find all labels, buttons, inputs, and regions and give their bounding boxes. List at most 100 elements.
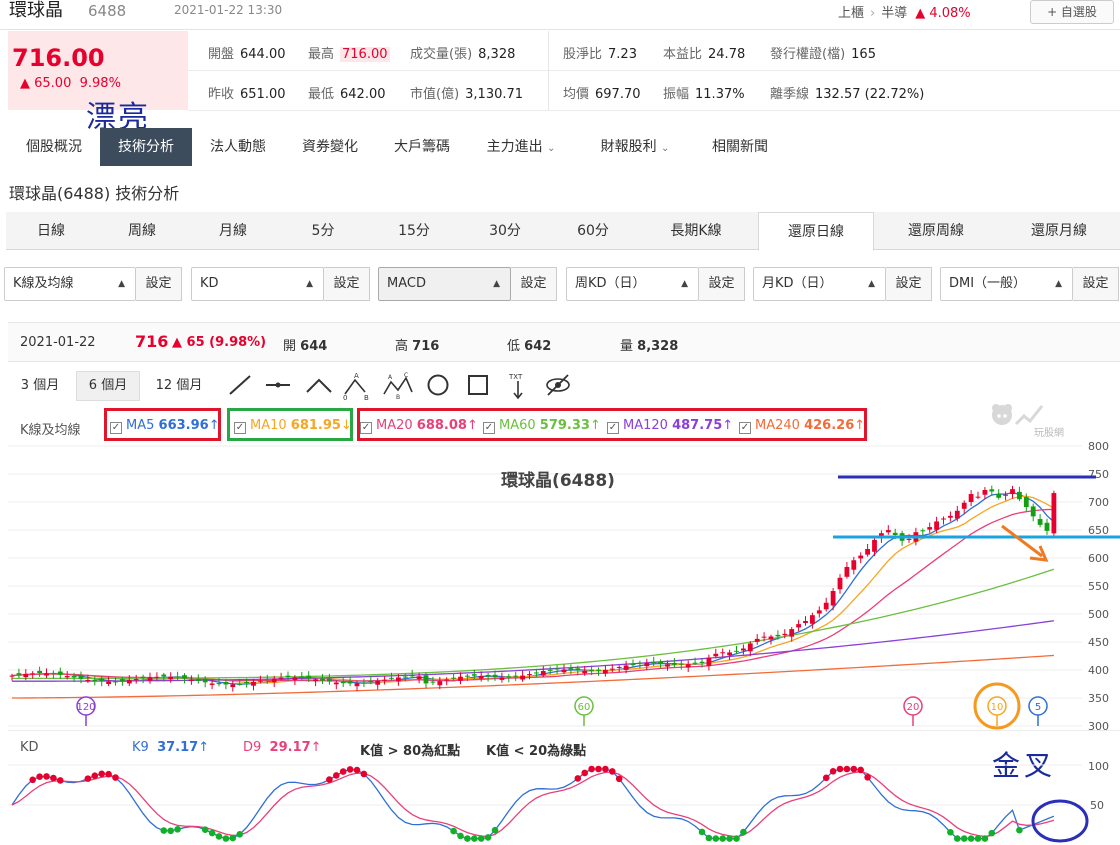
rectangle-tool-icon[interactable] (466, 372, 490, 398)
kd-low-dot (974, 835, 982, 842)
d-line (11, 771, 1055, 838)
kd-low-dot (960, 835, 968, 842)
kd-tick-100: 100 (1088, 760, 1109, 773)
candle-body (989, 489, 995, 492)
period-tab-adjusted-weekly[interactable]: 還原周線 (874, 212, 998, 250)
range-12m-button[interactable]: 12 個月 (144, 371, 214, 401)
candlestick-chart[interactable]: 800 750 700 650 600 550 500 450 400 350 300 120 60 2… (0, 440, 1120, 740)
tab-news[interactable]: 相關新聞 (694, 128, 786, 166)
candle-body (665, 664, 670, 667)
y-tick-label: 750 (1088, 468, 1109, 481)
candle-body (458, 676, 463, 681)
candle-body (568, 668, 574, 670)
highlight-box-long-ma (357, 408, 867, 441)
settings-button-4[interactable]: 設定 (699, 267, 745, 301)
kd-low-dot (229, 834, 237, 842)
add-watchlist-button[interactable]: + 自選股 (1030, 0, 1114, 24)
kd-high-dot (857, 766, 864, 774)
candle-body (644, 663, 650, 667)
candle-body (64, 676, 70, 678)
info-date: 2021-01-22 (20, 335, 96, 350)
indicator-select-5[interactable]: 月KD（日） ▲ (753, 267, 886, 301)
stat-open: 開盤 644.00 (208, 47, 286, 62)
angle-line-icon[interactable] (305, 372, 333, 398)
candle-body (416, 676, 422, 680)
period-tab-adjusted-daily[interactable]: 還原日線 (758, 212, 874, 251)
kd-low-dot (712, 835, 720, 842)
horizontal-line-icon[interactable] (264, 372, 292, 398)
indicator-select-4[interactable]: 周KD（日） ▲ (566, 267, 699, 301)
tab-margin[interactable]: 資券變化 (284, 128, 376, 166)
period-tab-adjusted-monthly[interactable]: 還原月線 (998, 212, 1120, 250)
settings-button-3[interactable]: 設定 (511, 267, 557, 301)
ab-wave-icon[interactable]: 0 A B (342, 372, 372, 400)
candle-body (1017, 491, 1022, 500)
candle-body (147, 677, 153, 681)
period-tab-60min[interactable]: 60分 (550, 212, 636, 250)
text-tool-icon[interactable]: TXT (506, 372, 530, 400)
kd-low-dot (954, 835, 961, 842)
settings-button-1[interactable]: 設定 (136, 267, 182, 301)
abc-wave-icon[interactable]: A B C (382, 372, 414, 400)
period-tab-daily[interactable]: 日線 (6, 212, 96, 250)
kd-label: KD (20, 740, 39, 755)
candle-body (175, 676, 180, 678)
candle-body (423, 675, 429, 684)
candle-body (630, 664, 636, 666)
range-3m-button[interactable]: 3 個月 (8, 371, 72, 401)
candle-body (1051, 493, 1057, 534)
kd-high-dot (353, 766, 361, 774)
period-tab-15min[interactable]: 15分 (368, 212, 460, 250)
candle-body (1010, 489, 1015, 495)
candle-body (747, 643, 753, 652)
hide-drawings-icon[interactable] (544, 372, 572, 398)
y-tick-label: 300 (1088, 720, 1109, 733)
indicator-select-3[interactable]: MACD ▲ (378, 267, 511, 301)
tab-main-force[interactable]: 主力進出 ⌄ (468, 128, 574, 166)
period-tab-5min[interactable]: 5分 (278, 212, 368, 250)
tab-institutional[interactable]: 法人動態 (192, 128, 284, 166)
candle-body (437, 681, 443, 686)
tab-major-holders[interactable]: 大戶籌碼 (376, 128, 468, 166)
tab-technical[interactable]: 技術分析 (100, 128, 192, 166)
settings-button-5[interactable]: 設定 (886, 267, 932, 301)
stock-name: 環球晶 (9, 0, 63, 21)
settings-button-6[interactable]: 設定 (1073, 267, 1119, 301)
tab-overview[interactable]: 個股概況 (8, 128, 100, 166)
range-6m-button[interactable]: 6 個月 (76, 371, 140, 401)
indicator-select-2[interactable]: KD ▲ (191, 267, 324, 301)
candle-body (1023, 497, 1029, 508)
tab-financials[interactable]: 財報股利 ⌄ (582, 128, 688, 166)
svg-text:TXT: TXT (508, 373, 523, 381)
kd-low-dot (471, 835, 478, 842)
candle-body (409, 674, 415, 677)
candle-body (161, 674, 167, 677)
indicator-select-1[interactable]: K線及均線 ▲ (4, 267, 136, 301)
candle-body (51, 673, 56, 675)
main-nav: 個股概況 技術分析 法人動態 資券變化 大戶籌碼 主力進出 ⌄ 財報股利 ⌄ 相… (8, 128, 1120, 166)
kd-k-value: K9 37.17↑ (132, 740, 210, 755)
indicator-select-6[interactable]: DMI（一般） ▲ (940, 267, 1073, 301)
candle-body (264, 678, 270, 680)
candle-body (471, 674, 477, 676)
kd-high-dot (91, 772, 99, 780)
kd-chart[interactable]: 100 50 (0, 760, 1120, 845)
period-tab-weekly[interactable]: 周線 (96, 212, 188, 250)
select-caret-icon: ▲ (1055, 279, 1062, 289)
market-link[interactable]: 上櫃 (838, 6, 864, 21)
candle-body (623, 665, 629, 670)
candle-body (292, 677, 298, 680)
period-tab-30min[interactable]: 30分 (460, 212, 550, 250)
ma20-line (11, 508, 1054, 682)
candle-body (699, 661, 705, 664)
select-caret-icon: ▲ (868, 279, 875, 289)
settings-button-2[interactable]: 設定 (324, 267, 370, 301)
period-tab-monthly[interactable]: 月線 (188, 212, 278, 250)
sector-link[interactable]: 半導 (881, 6, 907, 21)
circle-tool-icon[interactable] (426, 372, 450, 398)
candle-body (934, 521, 939, 530)
draw-line-icon[interactable] (228, 372, 252, 398)
candle-body (561, 669, 567, 673)
candle-body (540, 671, 546, 676)
period-tab-long-k[interactable]: 長期K線 (636, 212, 756, 250)
